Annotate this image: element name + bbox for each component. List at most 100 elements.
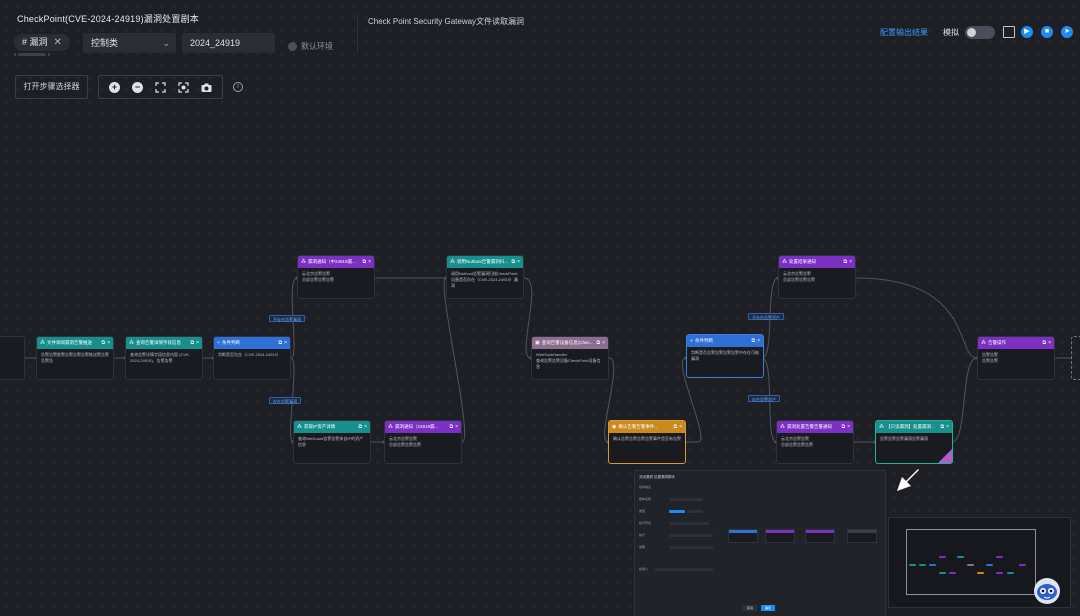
flow-node[interactable]: ◉ 确认告警告警事件... ⧉ × 确认告警告警告警告警事件是否有告警	[608, 420, 686, 464]
close-icon[interactable]: ×	[368, 259, 371, 265]
preview-confirm-button[interactable]: 确定	[761, 605, 775, 611]
copy-icon[interactable]: ⧉	[597, 340, 601, 346]
close-icon[interactable]: ×	[455, 424, 458, 430]
flow-node[interactable]: ⁂ 处置结果通知 ⧉ × 云北京告警告警 总部告警告警告警	[778, 255, 856, 299]
node-type-icon: ⁂	[450, 259, 455, 265]
minimap-node	[996, 572, 1003, 574]
minimap-viewport[interactable]	[906, 529, 1036, 595]
preview-cancel-button[interactable]: 取消	[743, 605, 757, 611]
node-title: 条件判断	[222, 340, 241, 345]
preview-label: 检测人	[639, 567, 649, 571]
minimap-node	[939, 572, 946, 574]
node-body: 查询NetGuard告警告警来自IP的资产信息	[298, 436, 364, 447]
node-type-icon: ⁂	[388, 424, 393, 430]
node-title: 查询告警设备信息(Chec...	[541, 340, 594, 345]
assistant-avatar-icon[interactable]	[1032, 575, 1062, 605]
node-title: 确认告警告警事件...	[618, 424, 659, 429]
flow-node[interactable]: ⁂ 调用Nuthunt告警漏洞扫... ⧉ × 调用Nuthunt告警漏洞扫描Chec…	[446, 255, 524, 299]
copy-icon[interactable]: ⧉	[450, 424, 454, 430]
close-icon[interactable]: ×	[757, 338, 760, 344]
flow-node[interactable]: ⁂ 文件调阅漏洞告警推送 ⧉ × 告警告警推警告警告警告警推送警告警告警告	[36, 336, 114, 380]
start-node[interactable]	[0, 336, 25, 380]
copy-icon[interactable]: ⧉	[752, 338, 756, 344]
copy-icon[interactable]: ⧉	[363, 259, 367, 265]
node-body: 判断是否告警告警告警告警中存在可能漏洞	[691, 350, 759, 361]
flow-node[interactable]: ⁂ 漏洞通知（24919漏... ⧉ × 云北京告警告警 总部告警告警告警	[384, 420, 462, 464]
close-icon[interactable]: ×	[602, 340, 605, 346]
flow-node[interactable]: ⁂ 查询告警详情字段信息 ⧉ × 查询告警详情字段信息内容 (CVE-2024-249…	[125, 336, 203, 380]
node-body: 确认告警告警告警告警事件是否有告警	[613, 436, 681, 441]
preview-node	[847, 529, 877, 543]
minimap-node	[919, 564, 926, 566]
preview-field	[669, 546, 713, 549]
preview-label: 执行	[639, 533, 646, 537]
flow-node[interactable]: ⁂ 告警操作 ⧉ × 告警告警 告警告警	[977, 336, 1055, 380]
close-icon[interactable]: ×	[364, 424, 367, 430]
preview-label: 基本信息	[639, 485, 652, 489]
flow-node[interactable]: ⁂ 获取IP资产详情 ⧉ × 查询NetGuard告警告警来自IP的资产信息	[293, 420, 371, 464]
node-type-icon: ⁂	[301, 259, 306, 265]
edge-label[interactable]: 不存在告警漏洞	[269, 315, 305, 322]
copy-icon[interactable]: ⧉	[842, 424, 846, 430]
flow-node[interactable]: ⁂ 【只读漏洞】处置漏洞... ⧉ × 告警告警告警漏洞告警漏洞	[875, 420, 953, 464]
preview-label: 说明	[639, 545, 646, 549]
minimap-node	[977, 572, 984, 574]
node-title: 漏洞通知（24919漏...	[395, 424, 439, 429]
copy-icon[interactable]: ⧉	[512, 259, 516, 265]
node-type-icon: ⁂	[297, 424, 302, 430]
node-title: 条件判断	[695, 338, 714, 343]
node-title: 漏洞处置告警告警通知	[787, 424, 832, 429]
preview-node	[765, 529, 795, 543]
node-type-icon: ⁂	[129, 340, 134, 346]
node-type-icon: ▣	[535, 340, 540, 346]
close-icon[interactable]: ×	[946, 424, 949, 430]
copy-icon[interactable]: ⧉	[191, 340, 195, 346]
node-body: 云北京告警告警 总部告警告警告警	[302, 271, 334, 282]
edge	[855, 277, 978, 359]
copy-icon[interactable]: ⧉	[941, 424, 945, 430]
node-body: 告警告警 告警告警	[982, 352, 998, 363]
flow-node[interactable]: ⑂ 条件判断 ⧉ × 判断是否包含（CVE-2024-24919）	[213, 336, 291, 380]
copy-icon[interactable]: ⧉	[844, 259, 848, 265]
preview-panel[interactable]: 关闭漏洞 处置漏洞脚本 基本信息 剧本名称 类型 执行环境 执行 说明 检测人 …	[634, 470, 886, 616]
close-icon[interactable]: ×	[284, 340, 287, 346]
node-body: 调用Nuthunt告警漏洞扫描CheckPoint设备是否存在（CVE-2024…	[451, 271, 518, 288]
copy-icon[interactable]: ⧉	[1043, 340, 1047, 346]
node-title: 文件调阅漏洞告警推送	[47, 340, 92, 345]
node-body: WebSockHandler 查询告警告警设备CheckPoint设备信息	[536, 352, 601, 369]
copy-icon[interactable]: ⧉	[279, 340, 283, 346]
node-title: 调用Nuthunt告警漏洞扫...	[457, 259, 509, 264]
close-icon[interactable]: ×	[196, 340, 199, 346]
preview-label: 执行环境	[639, 521, 652, 525]
minimap-node	[909, 564, 916, 566]
copy-icon[interactable]: ⧉	[674, 424, 678, 430]
edge	[443, 277, 466, 443]
minimap-node	[1019, 564, 1026, 566]
preview-label: 剧本名称	[639, 497, 652, 501]
copy-icon[interactable]: ⧉	[102, 340, 106, 346]
minimap-node	[996, 556, 1003, 558]
close-icon[interactable]: ×	[517, 259, 520, 265]
node-body: 判断是否包含（CVE-2024-24919）	[218, 352, 281, 357]
flow-node[interactable]: ⑂ 条件判断 ⧉ × 判断是否告警告警告警告警中存在可能漏洞	[686, 334, 764, 378]
node-title: 漏洞通知（中24919漏...	[308, 259, 356, 264]
close-icon[interactable]: ×	[847, 424, 850, 430]
preview-title: 关闭漏洞 处置漏洞脚本	[639, 475, 675, 479]
flow-node[interactable]: ⁂ 漏洞处置告警告警通知 ⧉ × 云北京告警告警 总部告警告警告警	[776, 420, 854, 464]
close-icon[interactable]: ×	[1048, 340, 1051, 346]
flow-node[interactable]: ▣ 查询告警设备信息(Chec... ⧉ × WebSockHandler 查询告警告…	[531, 336, 609, 380]
node-type-icon: ⁂	[879, 424, 884, 430]
close-icon[interactable]: ×	[679, 424, 682, 430]
node-type-icon: ⁂	[782, 259, 787, 265]
copy-icon[interactable]: ⧉	[359, 424, 363, 430]
close-icon[interactable]: ×	[107, 340, 110, 346]
end-node-placeholder[interactable]	[1071, 336, 1080, 380]
edge-label[interactable]: 不存在告警资产	[748, 313, 784, 320]
edge-label[interactable]: 存在告警资产	[748, 395, 780, 402]
preview-field	[655, 568, 713, 571]
node-title: 获取IP资产详情	[304, 424, 336, 429]
flow-node[interactable]: ⁂ 漏洞通知（中24919漏... ⧉ × 云北京告警告警 总部告警告警告警	[297, 255, 375, 299]
close-icon[interactable]: ×	[849, 259, 852, 265]
edge-label[interactable]: 存在告警漏洞	[269, 397, 301, 404]
node-title: 【只读漏洞】处置漏洞...	[886, 424, 935, 429]
